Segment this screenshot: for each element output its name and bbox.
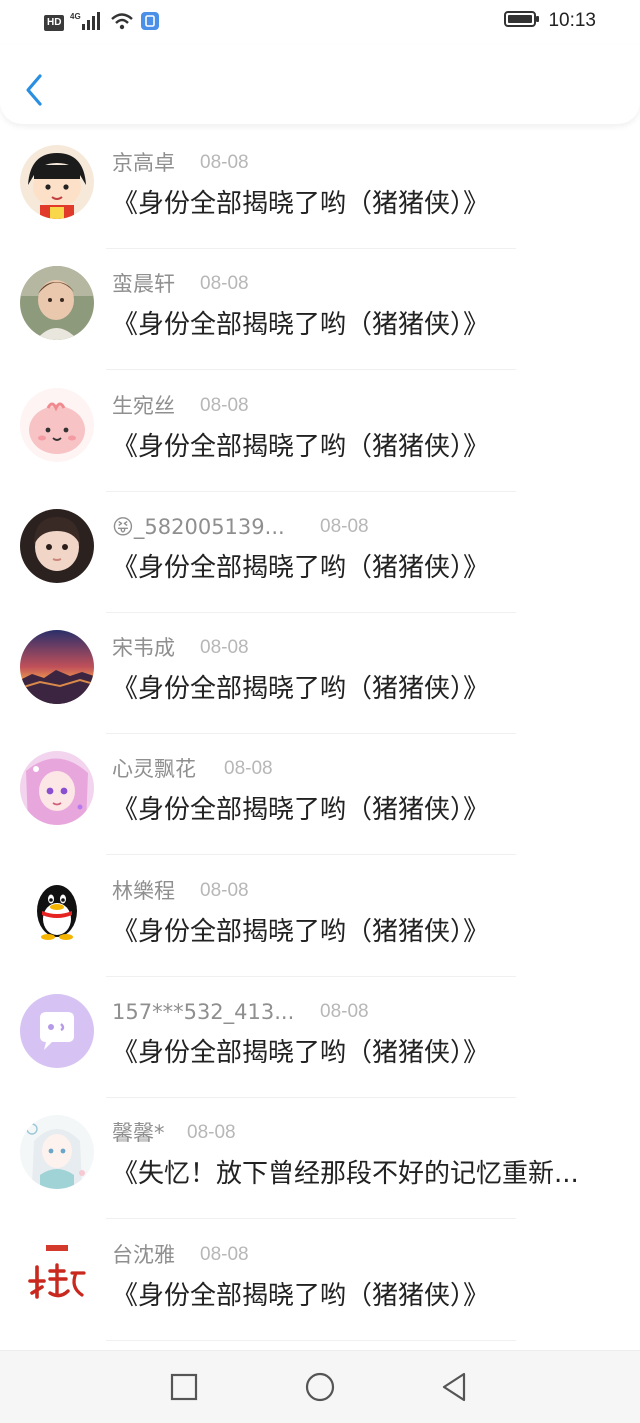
list-item[interactable]: 宋韦成 08-08 《身份全部揭晓了哟（猪猪侠）》 — [0, 613, 640, 735]
item-title[interactable]: 《身份全部揭晓了哟（猪猪侠）》 — [112, 793, 612, 827]
sender-name: 宋韦成 — [112, 636, 175, 661]
item-title[interactable]: 《身份全部揭晓了哟（猪猪侠）》 — [112, 1036, 612, 1070]
avatar[interactable] — [20, 387, 94, 462]
post-date: 08-08 — [187, 1122, 236, 1144]
avatar[interactable] — [20, 872, 94, 947]
back-triangle-icon — [436, 1372, 472, 1409]
avatar[interactable] — [20, 266, 94, 341]
sender-name: 😝_582005139... — [112, 514, 285, 539]
list-item[interactable]: 蛮晨轩 08-08 《身份全部揭晓了哟（猪猪侠）》 — [0, 249, 640, 371]
battery-icon — [504, 10, 540, 32]
post-date: 08-08 — [320, 1001, 369, 1023]
anime-girl-avatar — [20, 751, 94, 826]
child-photo-avatar — [20, 508, 94, 583]
sender-name: 心灵飘花 — [112, 757, 196, 782]
post-date: 08-08 — [200, 879, 249, 901]
cartoon-girl-avatar — [20, 145, 94, 219]
post-date: 08-08 — [224, 758, 273, 780]
list-item[interactable]: 生宛丝 08-08 《身份全部揭晓了哟（猪猪侠）》 — [0, 371, 640, 492]
sender-name: 台沈雅 — [112, 1242, 175, 1267]
post-date: 08-08 — [200, 394, 249, 416]
baby-photo-avatar — [20, 266, 94, 341]
top-header — [0, 44, 640, 124]
sim-app-icon — [140, 11, 160, 35]
sender-name: 馨馨* — [112, 1121, 165, 1146]
item-title[interactable]: 《失忆！放下曾经那段不好的记忆重新... — [112, 1157, 612, 1191]
list-item[interactable]: 157***532_413... 08-08 《身份全部揭晓了哟（猪猪侠）》 — [0, 977, 640, 1099]
qq-penguin-avatar — [20, 872, 94, 947]
post-date: 08-08 — [320, 515, 369, 537]
signal-icon: 4G — [70, 10, 104, 36]
item-title[interactable]: 《身份全部揭晓了哟（猪猪侠）》 — [112, 187, 612, 221]
network-label: 4G — [70, 12, 81, 21]
avatar[interactable] — [20, 145, 94, 219]
red-calligraphy-avatar — [20, 1236, 94, 1311]
item-title[interactable]: 《身份全部揭晓了哟（猪猪侠）》 — [112, 915, 612, 949]
avatar[interactable] — [20, 508, 94, 583]
post-date: 08-08 — [200, 1243, 249, 1265]
list-item[interactable]: 😝_582005139... 08-08 《身份全部揭晓了哟（猪猪侠）》 — [0, 492, 640, 613]
anime-sketch-avatar — [20, 1115, 94, 1190]
divider — [106, 1339, 516, 1341]
status-bar: HD 4G 10:13 — [0, 0, 640, 44]
great-wall-sunset-avatar — [20, 630, 94, 705]
list-item[interactable]: 京高卓 08-08 《身份全部揭晓了哟（猪猪侠）》 — [0, 128, 640, 249]
hd-badge: HD — [44, 15, 65, 31]
list-item[interactable]: 台沈雅 08-08 《身份全部揭晓了哟（猪猪侠）》 — [0, 1220, 640, 1341]
avatar[interactable] — [20, 630, 94, 705]
avatar[interactable] — [20, 1115, 94, 1190]
wifi-icon — [110, 11, 134, 35]
home-button[interactable] — [302, 1369, 338, 1405]
sender-name: 京高卓 — [112, 151, 175, 175]
item-title[interactable]: 《身份全部揭晓了哟（猪猪侠）》 — [112, 1279, 612, 1313]
list-item[interactable]: 林樂程 08-08 《身份全部揭晓了哟（猪猪侠）》 — [0, 856, 640, 977]
post-date: 08-08 — [200, 152, 249, 173]
sender-name: 生宛丝 — [112, 393, 175, 418]
avatar[interactable] — [20, 1236, 94, 1311]
avatar[interactable] — [20, 994, 94, 1069]
list-item[interactable]: 心灵飘花 08-08 《身份全部揭晓了哟（猪猪侠）》 — [0, 734, 640, 856]
avatar[interactable] — [20, 751, 94, 826]
item-title[interactable]: 《身份全部揭晓了哟（猪猪侠）》 — [112, 430, 612, 464]
system-nav-bar — [0, 1350, 640, 1423]
clock-time: 10:13 — [548, 10, 596, 31]
sender-name: 蛮晨轩 — [112, 272, 175, 297]
message-list: 京高卓 08-08 《身份全部揭晓了哟（猪猪侠）》 蛮晨轩 08-08 《身份全… — [0, 128, 640, 1341]
back-button[interactable] — [18, 70, 54, 110]
pink-cartoon-avatar — [20, 387, 94, 462]
item-title[interactable]: 《身份全部揭晓了哟（猪猪侠）》 — [112, 551, 612, 585]
list-item[interactable]: 馨馨* 08-08 《失忆！放下曾经那段不好的记忆重新... — [0, 1098, 640, 1220]
sender-name: 157***532_413... — [112, 1000, 295, 1025]
item-title[interactable]: 《身份全部揭晓了哟（猪猪侠）》 — [112, 308, 612, 342]
recent-apps-icon — [166, 1373, 202, 1409]
item-title[interactable]: 《身份全部揭晓了哟（猪猪侠）》 — [112, 672, 612, 706]
chevron-left-icon — [18, 74, 54, 114]
sender-name: 林樂程 — [112, 878, 175, 903]
post-date: 08-08 — [200, 637, 249, 659]
system-back-button[interactable] — [436, 1369, 472, 1405]
recent-apps-button[interactable] — [166, 1369, 202, 1405]
home-icon — [302, 1372, 338, 1409]
post-date: 08-08 — [200, 273, 249, 295]
purple-chat-avatar — [20, 994, 94, 1069]
